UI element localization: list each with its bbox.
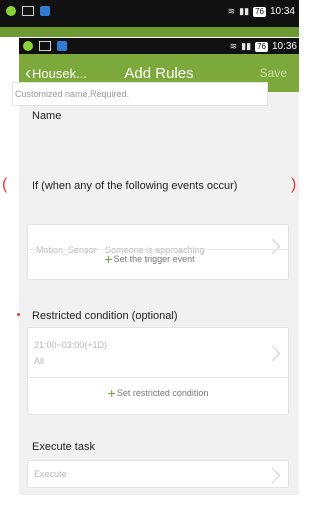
name-label: Name (32, 110, 62, 122)
red-bracket-right: ) (291, 176, 297, 193)
if-section-label: If (when any of the following events occ… (32, 180, 238, 192)
chevron-right-icon[interactable] (264, 467, 281, 484)
wifi-icon: ≋ (229, 41, 238, 51)
restricted-condition-card: 21:00~03:00(+1D) All + Set restricted co… (27, 327, 289, 415)
battery-indicator: 76 (255, 41, 268, 52)
app-notification-icon (6, 6, 16, 16)
outer-status-bar: ≋ ▮▮ 76 10:34 (0, 0, 299, 27)
inner-status-bar: ≋ ▮▮ 76 10:36 (19, 38, 299, 54)
inner-status-right-icons: ≋ ▮▮ 76 10:36 (230, 41, 297, 52)
app-notification-icon (23, 41, 33, 51)
outer-status-left-icons (6, 6, 50, 16)
outer-status-right-icons: ≋ ▮▮ 76 10:34 (228, 6, 295, 17)
set-trigger-event-button[interactable]: + Set the trigger event (27, 252, 272, 266)
chevron-right-icon[interactable] (264, 345, 281, 362)
app-tile-icon (57, 41, 67, 51)
red-marker-dot (17, 313, 20, 316)
signal-icon: ▮▮ (239, 6, 250, 16)
execute-section-label: Execute task (32, 441, 95, 453)
status-time: 10:34 (269, 6, 295, 17)
app-tile-icon (40, 6, 50, 16)
signal-icon: ▮▮ (241, 41, 252, 51)
inner-status-left-icons (23, 41, 67, 51)
execute-task-row[interactable]: Execute (27, 460, 289, 488)
execute-placeholder: Execute (34, 469, 67, 479)
battery-indicator: 76 (253, 6, 266, 17)
name-field[interactable]: Customized name,Required. (12, 82, 268, 106)
name-placeholder: Customized name,Required. (15, 89, 130, 99)
set-restricted-condition-button[interactable]: + Set restricted condition (28, 386, 288, 400)
screenshot-icon (22, 6, 34, 16)
status-time: 10:36 (271, 41, 297, 52)
card-divider (28, 377, 288, 378)
time-range-text[interactable]: 21:00~03:00(+1D) (34, 340, 107, 350)
outer-green-strip (0, 27, 299, 37)
restricted-section-label: Restricted condition (optional) (32, 310, 178, 322)
wifi-icon: ≋ (227, 6, 236, 16)
plus-icon: + (107, 385, 116, 401)
set-restricted-condition-label: Set restricted condition (116, 388, 209, 398)
red-bracket-left: ( (2, 176, 8, 193)
plus-icon: + (104, 251, 113, 267)
trigger-event-overlay (27, 222, 289, 280)
screenshot-icon (39, 41, 51, 51)
days-text[interactable]: All (34, 356, 44, 366)
set-trigger-event-label: Set the trigger event (113, 254, 195, 264)
